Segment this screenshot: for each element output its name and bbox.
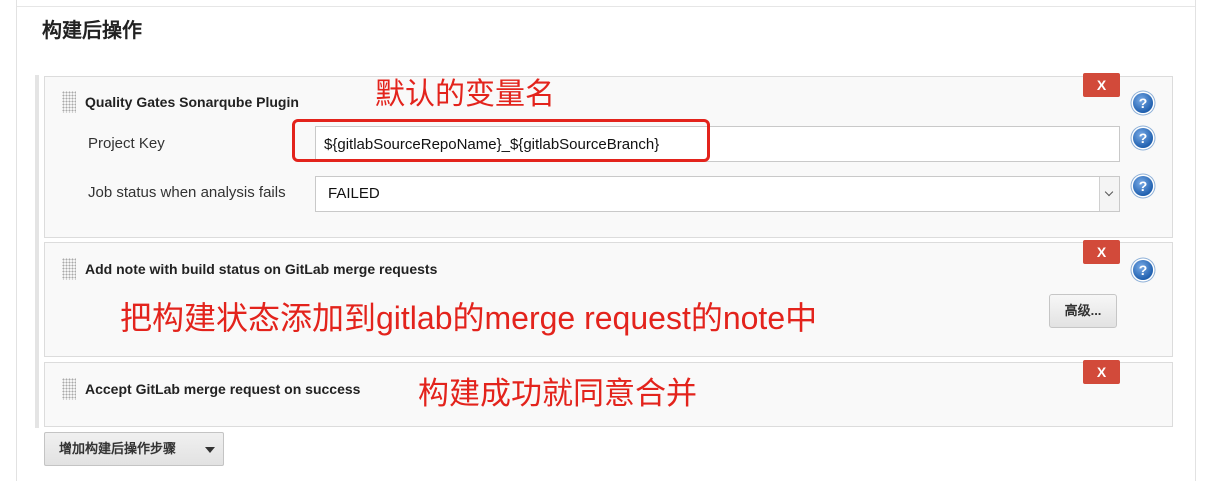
drag-handle-icon[interactable] [62,91,76,113]
caret-down-icon [205,447,215,453]
step-title-add-note: Add note with build status on GitLab mer… [85,261,438,277]
post-build-list-bar [35,75,39,428]
add-step-label: 增加构建后操作步骤 [59,441,177,456]
job-status-label: Job status when analysis fails [88,184,286,201]
help-icon[interactable] [1133,260,1153,280]
help-icon[interactable] [1133,128,1153,148]
delete-step-button[interactable]: X [1083,360,1120,384]
help-icon[interactable] [1133,176,1153,196]
section-title: 构建后操作 [42,20,142,42]
job-status-select[interactable]: FAILED [315,176,1120,212]
step-title-quality-gates: Quality Gates Sonarqube Plugin [85,94,299,110]
step-title-accept-merge: Accept GitLab merge request on success [85,381,361,397]
add-post-build-step-button[interactable]: 增加构建后操作步骤 [44,432,224,466]
help-icon[interactable] [1133,93,1153,113]
annotation-auto-merge: 构建成功就同意合并 [418,376,697,411]
delete-step-button[interactable]: X [1083,73,1120,97]
drag-handle-icon[interactable] [62,378,76,400]
project-key-label: Project Key [88,135,165,152]
top-divider [17,6,1195,7]
advanced-button[interactable]: 高级... [1049,294,1117,328]
job-status-selected-value: FAILED [328,185,380,202]
annotation-add-note: 把构建状态添加到gitlab的merge request的note中 [120,300,818,336]
delete-step-button[interactable]: X [1083,240,1120,264]
drag-handle-icon[interactable] [62,258,76,280]
annotation-highlight-box [292,119,710,162]
annotation-default-var-name: 默认的变量名 [375,78,555,111]
dropdown-button[interactable] [1099,177,1119,211]
chevron-down-icon [1104,187,1114,197]
